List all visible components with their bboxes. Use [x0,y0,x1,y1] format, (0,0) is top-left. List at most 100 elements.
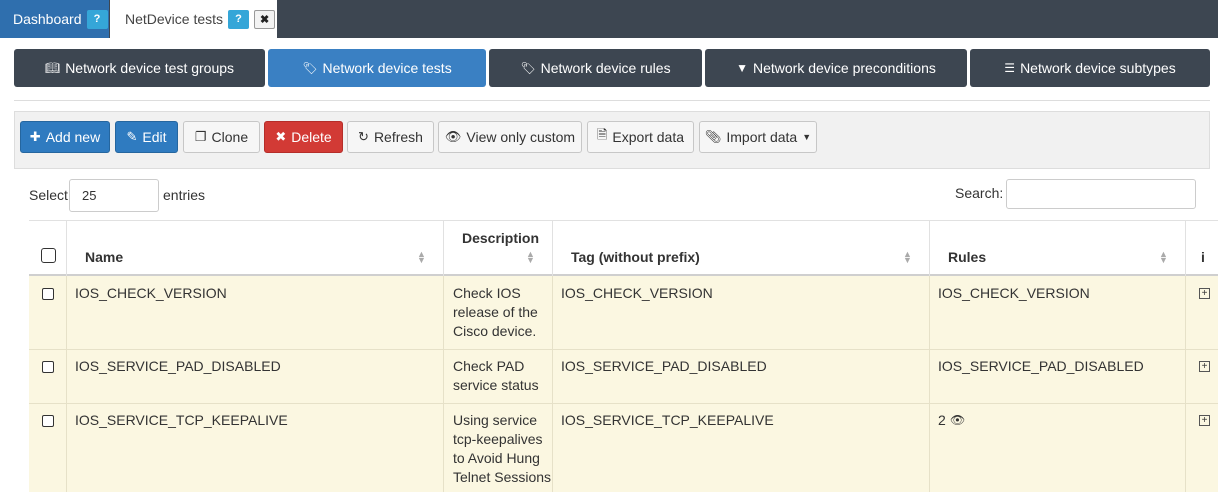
tag-icon: 🏷︎ [520,61,536,75]
sort-icon: ▲ ▼ [1159,249,1168,265]
header-name[interactable]: Name ▲ ▼ [67,221,444,277]
export-label: Export data [612,129,685,145]
cell-expand: + [1186,276,1218,349]
row-checkbox-cell [29,350,67,403]
row-name: IOS_SERVICE_PAD_DISABLED [75,358,281,374]
subnav-label: Network device tests [322,60,452,76]
paperclip-icon: 📎︎ [704,129,722,144]
desc-line: Check PAD [453,358,525,374]
desc-line: Check IOS [453,285,521,301]
edit-button[interactable]: ✎ Edit [115,121,178,153]
desc-line: release of the [453,304,538,320]
expand-icon[interactable]: + [1199,361,1210,372]
desc-line: Cisco device. [453,323,537,339]
help-icon[interactable]: ? [228,9,250,29]
edit-label: Edit [142,129,167,145]
table-row[interactable]: IOS_SERVICE_PAD_DISABLED Check PAD servi… [29,350,1218,404]
info-icon: i [1201,249,1205,265]
cell-tag: IOS_SERVICE_TCP_KEEPALIVE [553,404,930,492]
sort-icon: ▲ ▼ [526,249,535,265]
desc-line: Telnet Sessions [453,469,552,485]
import-data-button[interactable]: 📎︎ Import data ▼ [699,121,817,153]
tab-netdevice-tests[interactable]: NetDevice tests ? ✖ [110,0,277,38]
import-label: Import data [726,129,798,145]
cell-rules: IOS_CHECK_VERSION [930,276,1186,349]
refresh-button[interactable]: ↻ Refresh [347,121,434,153]
subnav-label: Network device subtypes [1020,60,1176,76]
header-description[interactable]: Description ▲ ▼ [444,221,553,277]
eye-icon: 👁︎ [444,129,462,144]
tags-icon: 🏷︎ [302,61,318,75]
add-new-label: Add new [45,129,101,145]
entries-select[interactable]: 25 [69,179,159,212]
row-checkbox[interactable] [42,361,54,373]
desc-line: Using service [453,412,538,428]
search-input[interactable] [1006,179,1196,209]
action-toolbar: ✚ Add new ✎ Edit ❐ Clone ✖ Delete ↻ Refr… [14,111,1210,169]
tests-table: Name ▲ ▼ Description ▲ ▼ Tag (without pref… [29,220,1218,492]
subnav-subtypes[interactable]: ☰ Network device subtypes [970,49,1210,87]
row-tag: IOS_SERVICE_TCP_KEEPALIVE [561,412,774,428]
header-rules-label: Rules [948,249,987,265]
cell-description: Check IOS release of the Cisco device. [444,276,553,349]
row-tag: IOS_CHECK_VERSION [561,285,713,301]
tab-netdevice-label: NetDevice tests [125,11,224,27]
cell-expand: + [1186,404,1218,492]
table-row[interactable]: IOS_SERVICE_TCP_KEEPALIVE Using service … [29,404,1218,492]
cell-tag: IOS_SERVICE_PAD_DISABLED [553,350,930,403]
copy-icon: ❐ [194,129,207,144]
table-row[interactable]: IOS_CHECK_VERSION Check IOS release of t… [29,276,1218,350]
view-only-custom-button[interactable]: 👁︎ View only custom [438,121,582,153]
header-tag[interactable]: Tag (without prefix) ▲ ▼ [553,221,930,277]
header-rules[interactable]: Rules ▲ ▼ [930,221,1186,277]
entries-label: entries [163,187,206,203]
pencil-icon: ✎ [126,129,138,144]
header-name-label: Name [85,249,124,265]
subnav-label: Network device rules [540,60,671,76]
cell-rules: 2 👁︎ [930,404,1186,492]
subnav-label: Network device preconditions [753,60,936,76]
sort-icon: ▲ ▼ [417,249,426,265]
search-label: Search: [955,185,1004,201]
times-icon: ✖ [275,129,287,144]
desc-line: service status [453,377,539,393]
view-custom-label: View only custom [466,129,576,145]
eye-icon[interactable]: 👁︎ [950,411,965,430]
cell-description: Using service tcp-keepalives to Avoid Hu… [444,404,553,492]
row-tag: IOS_SERVICE_PAD_DISABLED [561,358,767,374]
cell-expand: + [1186,350,1218,403]
expand-icon[interactable]: + [1199,288,1210,299]
file-icon: 🗎︎ [596,127,608,142]
subnav-label: Network device test groups [65,60,235,76]
desc-line: tcp-keepalives [453,431,543,447]
row-checkbox[interactable] [42,415,54,427]
add-new-button[interactable]: ✚ Add new [20,121,110,153]
expand-icon[interactable]: + [1199,415,1210,426]
subnav-tests[interactable]: 🏷︎ Network device tests [268,49,486,87]
delete-button[interactable]: ✖ Delete [264,121,343,153]
header-select-all [29,221,67,277]
select-all-checkbox[interactable] [41,248,56,263]
subnav-test-groups[interactable]: 📖︎ Network device test groups [14,49,265,87]
subnav-rules[interactable]: 🏷︎ Network device rules [489,49,702,87]
row-checkbox[interactable] [42,288,54,300]
refresh-label: Refresh [373,129,423,145]
close-icon[interactable]: ✖ [254,9,276,29]
subnav-preconditions[interactable]: ▼ Network device preconditions [705,49,967,87]
tab-dashboard-label: Dashboard [13,11,82,27]
export-data-button[interactable]: 🗎︎ Export data [587,121,694,153]
cell-name: IOS_SERVICE_TCP_KEEPALIVE [67,404,444,492]
header-description-label: Description [462,230,540,246]
cell-name: IOS_SERVICE_PAD_DISABLED [67,350,444,403]
list-icon: ☰ [1004,61,1016,75]
row-rules: IOS_CHECK_VERSION [938,285,1090,301]
book-icon: 📖︎ [44,61,61,75]
cell-description: Check PAD service status [444,350,553,403]
tab-dashboard[interactable]: Dashboard ? [0,0,109,38]
desc-line: to Avoid Hung [453,450,540,466]
clone-button[interactable]: ❐ Clone [183,121,260,153]
help-icon[interactable]: ? [86,9,108,29]
row-checkbox-cell [29,404,67,492]
refresh-icon: ↻ [358,129,369,144]
filter-icon: ▼ [736,61,748,75]
